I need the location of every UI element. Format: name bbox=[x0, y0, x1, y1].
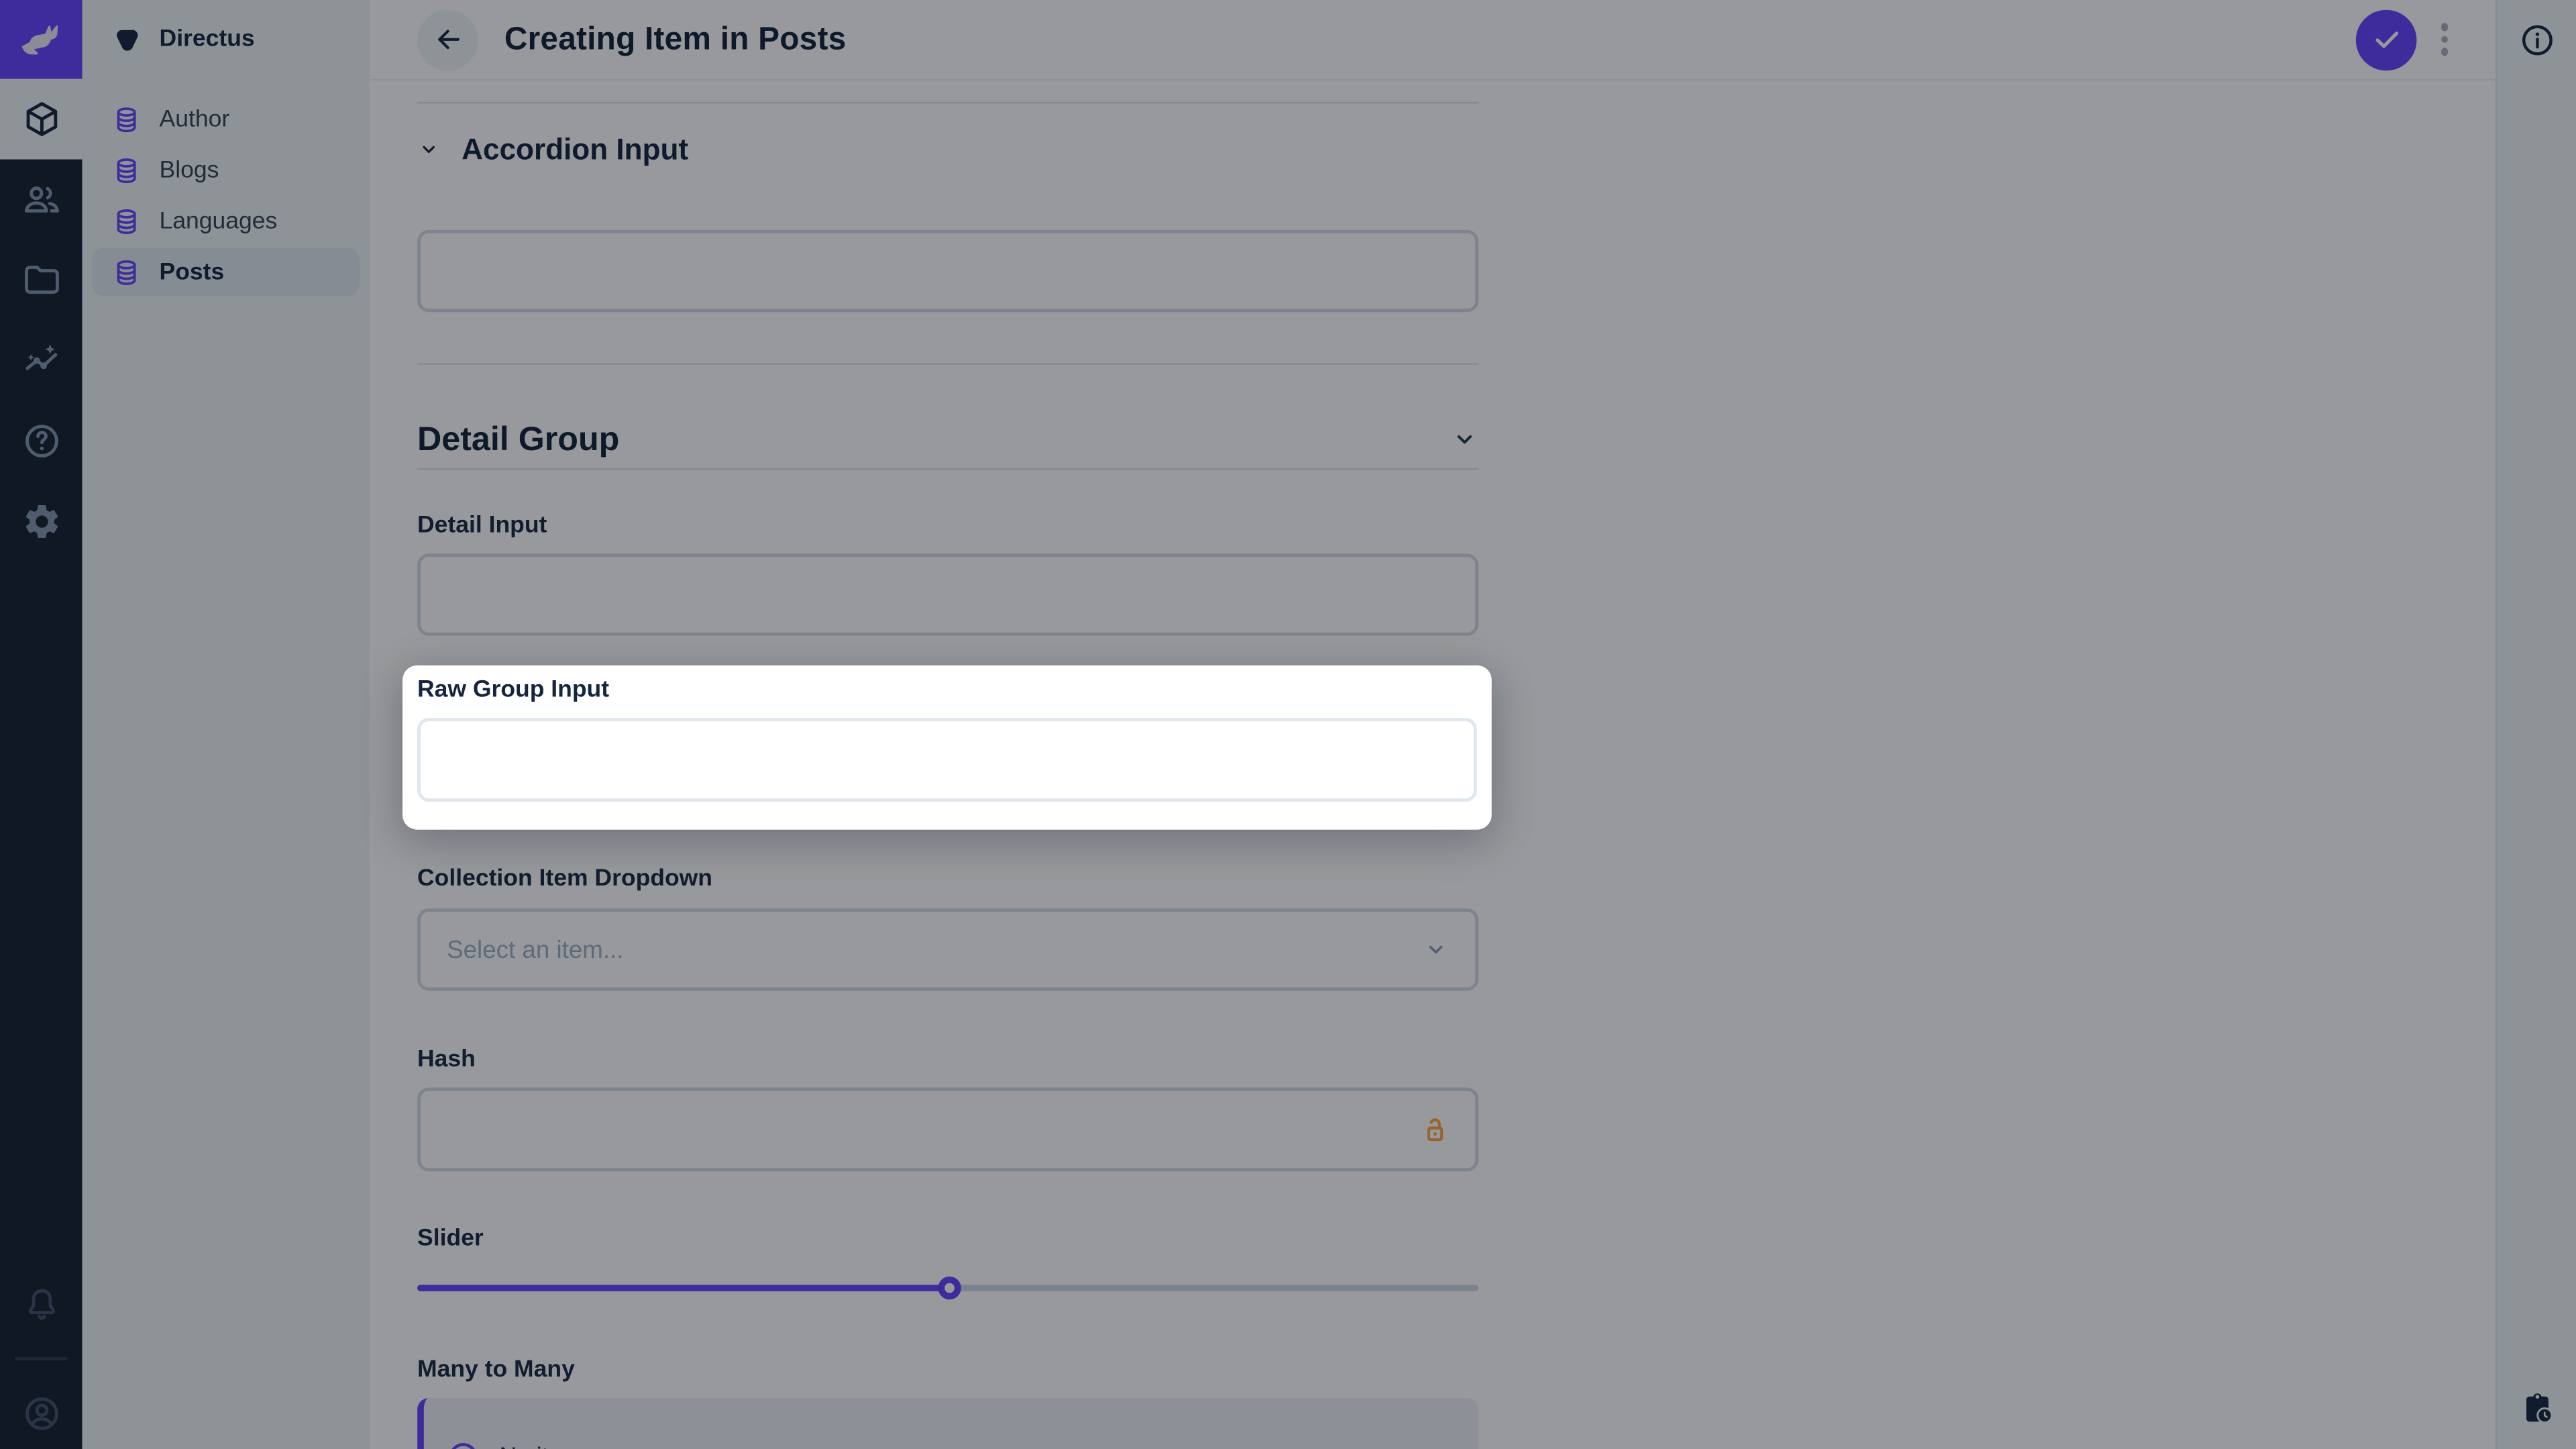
raw-group-input-label: Raw Group Input bbox=[417, 678, 1477, 703]
raw-group-input[interactable] bbox=[417, 718, 1477, 802]
raw-group-input-spotlight-card: Raw Group Input bbox=[402, 665, 1492, 830]
directus-app: Directus Author Blogs Languages Posts bbox=[0, 0, 2576, 1449]
